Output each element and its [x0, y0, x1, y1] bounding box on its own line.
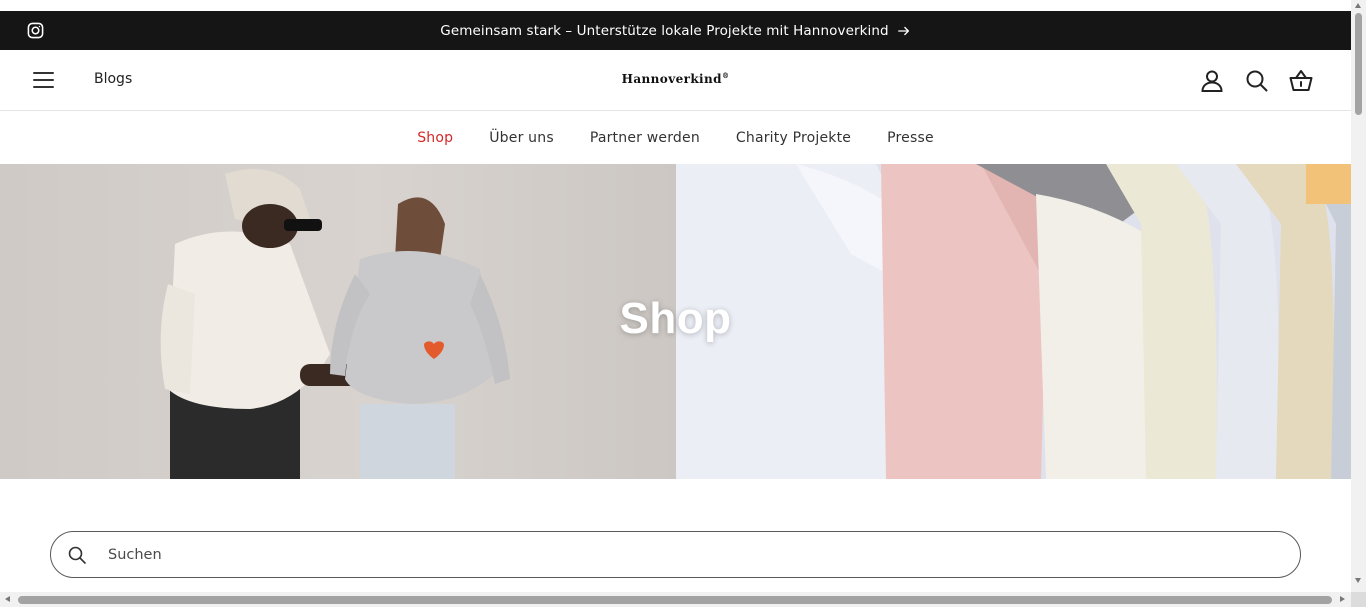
vertical-scroll-thumb[interactable] — [1355, 13, 1362, 115]
nav-item-ueber-uns[interactable]: Über uns — [489, 130, 554, 146]
announcement-bar: Gemeinsam stark – Unterstütze lokale Pro… — [0, 11, 1351, 50]
horizontal-scroll-thumb[interactable] — [18, 596, 1332, 604]
hero-banner: Shop — [0, 164, 1351, 479]
basket-icon[interactable] — [1288, 68, 1314, 94]
scroll-left-arrow-icon[interactable] — [5, 596, 10, 602]
account-icon[interactable] — [1199, 68, 1225, 94]
scroll-up-arrow-icon[interactable] — [1355, 3, 1361, 8]
arrow-right-icon — [897, 24, 911, 38]
search-bar[interactable] — [50, 531, 1301, 578]
hero-title: Shop — [619, 294, 732, 343]
scrollbar-corner — [1351, 592, 1366, 607]
nav-item-charity-projekte[interactable]: Charity Projekte — [736, 130, 851, 146]
site-logo[interactable]: Hannoverkind® — [0, 71, 1351, 86]
nav-item-shop[interactable]: Shop — [417, 130, 453, 146]
announcement-text: Gemeinsam stark – Unterstütze lokale Pro… — [440, 22, 889, 39]
announcement-link[interactable]: Gemeinsam stark – Unterstütze lokale Pro… — [0, 11, 1351, 50]
search-icon[interactable] — [1244, 68, 1270, 94]
horizontal-scrollbar[interactable] — [0, 592, 1351, 607]
logo-registered-mark: ® — [721, 71, 730, 80]
top-spacer — [0, 0, 1351, 11]
vertical-scrollbar[interactable] — [1351, 0, 1366, 607]
scroll-right-arrow-icon[interactable] — [1340, 596, 1345, 602]
logo-text: Hannoverkind — [621, 72, 722, 86]
main-navigation: Shop Über uns Partner werden Charity Pro… — [0, 111, 1351, 164]
search-input[interactable] — [108, 542, 1258, 568]
scroll-down-arrow-icon[interactable] — [1355, 578, 1361, 583]
nav-item-presse[interactable]: Presse — [887, 130, 934, 146]
site-header: Blogs Hannoverkind® — [0, 50, 1351, 111]
nav-item-partner-werden[interactable]: Partner werden — [590, 130, 700, 146]
search-icon — [67, 545, 87, 565]
